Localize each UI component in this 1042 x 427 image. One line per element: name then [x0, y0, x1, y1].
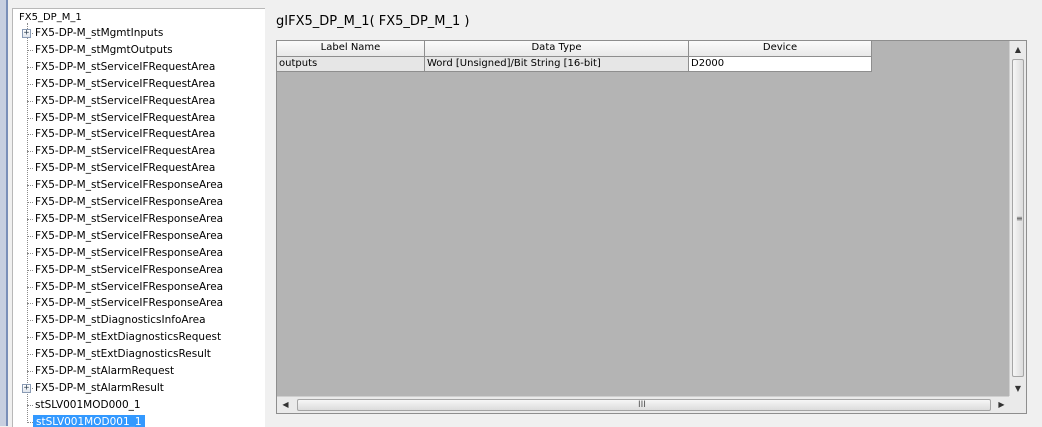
tree-item[interactable]: FX5-DP-M_stServiceIFRequestArea: [27, 126, 217, 143]
expand-plus-icon[interactable]: +: [22, 383, 31, 393]
tree-item-label: FX5-DP-M_stAlarmResult: [35, 381, 164, 394]
tree-item-label: FX5-DP-M_stServiceIFRequestArea: [35, 60, 216, 73]
tree-item-label: FX5-DP-M_stServiceIFRequestArea: [35, 145, 216, 158]
tree-item-label: FX5-DP-M_stServiceIFResponseArea: [35, 263, 224, 276]
tree-item-label: FX5-DP-M_stExtDiagnosticsRequest: [35, 331, 222, 344]
tree-item[interactable]: FX5-DP-M_stAlarmResult: [27, 380, 166, 397]
tree-item-label: FX5-DP-M_stServiceIFResponseArea: [35, 297, 224, 310]
tree-connector: [27, 218, 33, 220]
tree-item[interactable]: FX5-DP-M_stServiceIFResponseArea: [27, 228, 225, 245]
tree-item[interactable]: FX5-DP-M_stAlarmRequest: [27, 363, 176, 380]
column-header-label-name[interactable]: Label Name: [277, 41, 425, 56]
tree-item-label: FX5-DP-M_stServiceIFRequestArea: [35, 128, 216, 141]
label-grid[interactable]: Label Name Data Type Device outputs Word…: [276, 40, 1027, 414]
tree-item-label: FX5-DP-M_stServiceIFRequestArea: [35, 94, 216, 107]
tree-item-label: FX5-DP-M_stServiceIFResponseArea: [35, 196, 224, 208]
tree-item[interactable]: FX5-DP-M_stServiceIFResponseArea: [27, 211, 225, 228]
column-header-device[interactable]: Device: [689, 41, 872, 56]
label-tree-view[interactable]: FX5_DP_M_1 FX5-DP-M_stMgmtInputs + FX5-DP-…: [12, 8, 265, 427]
tree-connector: [27, 151, 33, 153]
expand-plus-icon[interactable]: +: [22, 29, 31, 38]
tree-item-label: FX5-DP-M_stServiceIFResponseArea: [35, 246, 224, 259]
tree-connector: [27, 185, 33, 187]
scroll-up-arrow-icon[interactable]: ▲: [1010, 41, 1026, 58]
tree-root-node[interactable]: FX5_DP_M_1: [19, 11, 82, 25]
tree-item[interactable]: FX5-DP-M_stServiceIFRequestArea: [27, 93, 217, 110]
tree-connector: [27, 371, 33, 372]
tree-item-label: stSLV001MOD001_1: [33, 414, 145, 427]
cell-device[interactable]: D2000: [689, 57, 872, 72]
tree-item-label: FX5-DP-M_stMgmtInputs: [35, 27, 164, 39]
tree-connector: [27, 354, 33, 356]
tree-item[interactable]: FX5-DP-M_stServiceIFResponseArea: [27, 295, 225, 312]
tree-item-label: FX5-DP-M_stDiagnosticsInfoArea: [35, 314, 206, 327]
tree-connector: [27, 269, 33, 271]
grip-icon: III: [638, 400, 646, 410]
tree-item[interactable]: FX5-DP-M_stMgmtInputs: [27, 25, 165, 42]
tree-connector: [27, 49, 33, 51]
grip-icon: ≡: [1016, 214, 1023, 223]
tree-item[interactable]: FX5-DP-M_stServiceIFRequestArea: [27, 160, 217, 177]
tree-connector: [27, 202, 33, 203]
tree-item-label: FX5-DP-M_stServiceIFResponseArea: [35, 229, 224, 242]
tree-item[interactable]: FX5-DP-M_stExtDiagnosticsRequest: [27, 329, 223, 346]
left-splitter-bar: [0, 0, 8, 426]
tree-connector: [27, 252, 33, 254]
vertical-scroll-thumb[interactable]: ≡: [1012, 59, 1024, 377]
tree-item-label: FX5-DP-M_stServiceIFResponseArea: [35, 212, 224, 225]
tree-connector-line: [27, 23, 28, 421]
tree-item[interactable]: FX5-DP-M_stServiceIFResponseArea: [27, 194, 225, 211]
tree-item-label: FX5-DP-M_stMgmtOutputs: [35, 43, 173, 56]
table-row[interactable]: outputs Word [Unsigned]/Bit String [16-b…: [277, 57, 872, 72]
tree-item-label: FX5-DP-M_stServiceIFRequestArea: [35, 111, 216, 124]
cell-label-name[interactable]: outputs: [277, 57, 425, 72]
vertical-scrollbar[interactable]: ▲ ≡ ▼: [1009, 41, 1026, 397]
tree-item[interactable]: FX5-DP-M_stServiceIFResponseArea: [27, 245, 225, 262]
column-header-data-type[interactable]: Data Type: [425, 41, 689, 56]
tree-item[interactable]: FX5-DP-M_stDiagnosticsInfoArea: [27, 312, 208, 329]
panel-title: gIFX5_DP_M_1( FX5_DP_M_1 ): [276, 14, 470, 29]
tree-item[interactable]: FX5-DP-M_stServiceIFRequestArea: [27, 76, 217, 93]
tree-connector: [27, 100, 33, 102]
scroll-left-arrow-icon[interactable]: ◀: [277, 397, 294, 413]
grid-header-row: Label Name Data Type Device: [277, 41, 872, 57]
tree-connector: [27, 83, 33, 85]
tree-connector: [27, 66, 33, 68]
tree-connector: [27, 337, 33, 339]
tree-connector: [27, 168, 33, 170]
scroll-right-arrow-icon[interactable]: ▶: [993, 397, 1010, 413]
tree-connector: [27, 286, 33, 288]
tree-item-label: FX5-DP-M_stAlarmRequest: [35, 365, 175, 377]
tree-item-label: FX5-DP-M_stServiceIFResponseArea: [35, 280, 224, 293]
tree-item[interactable]: FX5-DP-M_stServiceIFResponseArea: [27, 177, 225, 194]
tree-item[interactable]: FX5-DP-M_stMgmtOutputs: [27, 42, 175, 59]
tree-item[interactable]: stSLV001MOD000_1: [27, 397, 143, 414]
tree-connector: [27, 235, 33, 237]
tree-item-label: FX5-DP-M_stServiceIFResponseArea: [35, 179, 224, 192]
tree-connector: [27, 320, 33, 322]
tree-connector: [27, 421, 33, 423]
tree-item-label: FX5-DP-M_stServiceIFRequestArea: [35, 162, 216, 175]
scroll-down-arrow-icon[interactable]: ▼: [1010, 380, 1026, 397]
cell-data-type[interactable]: Word [Unsigned]/Bit String [16-bit]: [425, 57, 689, 72]
tree-connector: [27, 117, 33, 119]
scrollbar-corner: [1009, 396, 1026, 413]
tree-item[interactable]: FX5-DP-M_stServiceIFRequestArea: [27, 143, 217, 160]
tree-connector: [27, 134, 33, 136]
tree-item[interactable]: FX5-DP-M_stServiceIFResponseArea: [27, 262, 225, 279]
tree-item-label: stSLV001MOD000_1: [35, 398, 141, 411]
horizontal-scrollbar[interactable]: ◀ III ▶: [277, 396, 1010, 413]
tree-connector: [27, 303, 33, 305]
tree-item[interactable]: FX5-DP-M_stExtDiagnosticsResult: [27, 346, 213, 363]
tree-item[interactable]: FX5-DP-M_stServiceIFRequestArea: [27, 59, 217, 76]
tree-item-label: FX5-DP-M_stServiceIFRequestArea: [35, 77, 216, 90]
tree-item-label: FX5-DP-M_stExtDiagnosticsResult: [35, 348, 211, 361]
tree-item[interactable]: FX5-DP-M_stServiceIFResponseArea: [27, 279, 225, 296]
tree-item[interactable]: FX5-DP-M_stServiceIFRequestArea: [27, 110, 217, 127]
tree-connector: [27, 404, 33, 406]
horizontal-scroll-thumb[interactable]: III: [297, 399, 991, 411]
tree-item[interactable]: stSLV001MOD001_1: [27, 414, 145, 427]
